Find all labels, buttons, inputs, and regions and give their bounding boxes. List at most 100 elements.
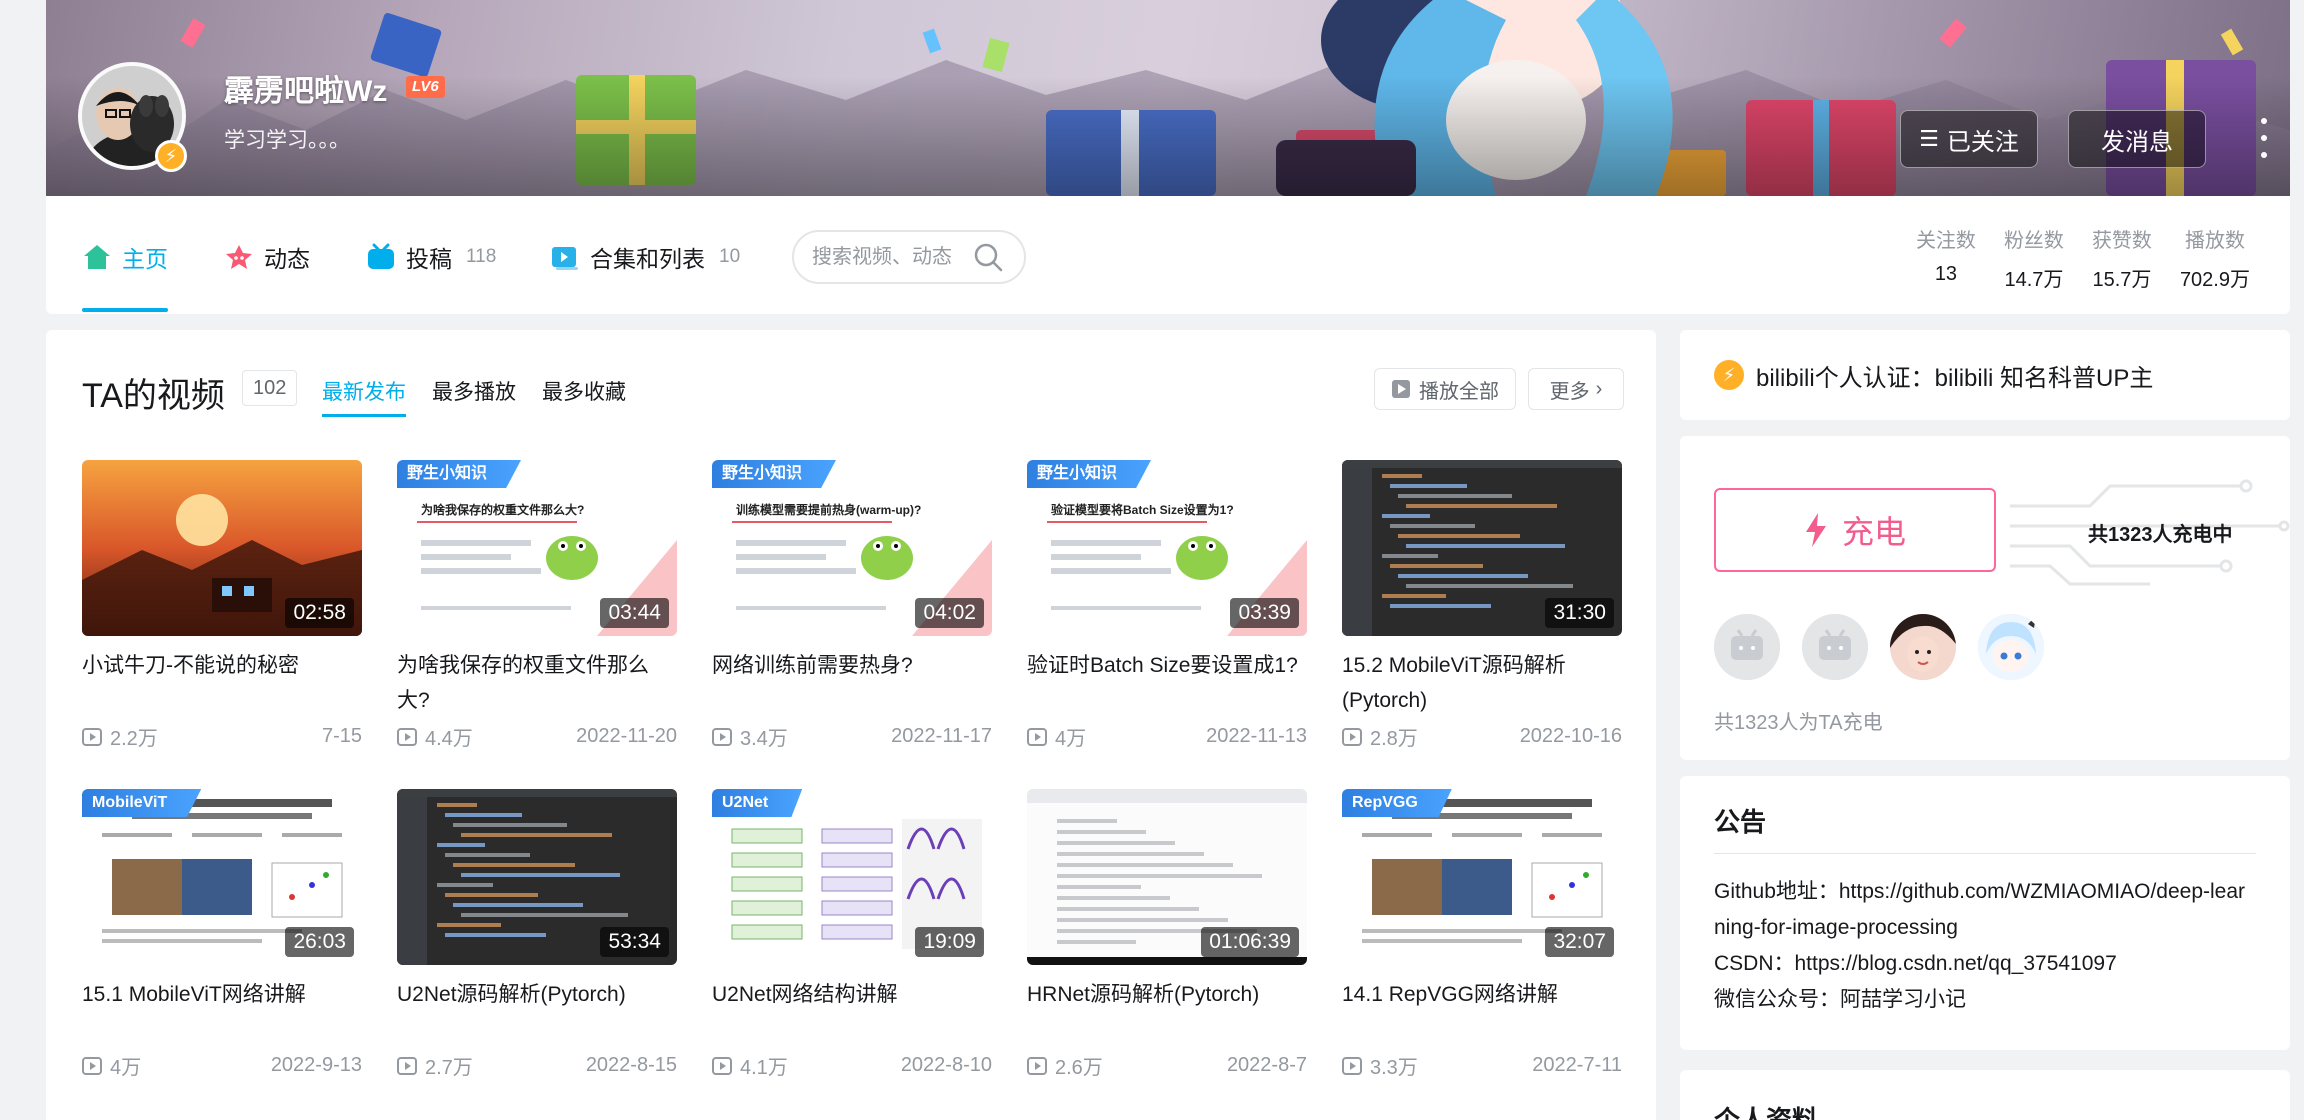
space-search[interactable] xyxy=(792,230,1026,284)
stat-following[interactable]: 关注数 13 xyxy=(1916,224,1976,292)
videos-panel: TA的视频 102 最新发布 最多播放 最多收藏 播放全部 更多 › 02:58… xyxy=(46,330,1656,1120)
charger-avatar[interactable] xyxy=(1714,614,1780,680)
dynamic-icon xyxy=(226,245,252,269)
profile-info-title: 个人资料 xyxy=(1714,1105,1819,1120)
active-tab-indicator xyxy=(82,308,168,312)
video-thumbnail[interactable]: U2Net 19:09 xyxy=(712,789,992,965)
followed-button[interactable]: ☰ 已关注 xyxy=(1900,110,2038,168)
space-search-input[interactable] xyxy=(812,245,972,269)
video-play-count: 2.8万 xyxy=(1342,722,1418,751)
video-card[interactable]: 为啥我保存的权重文件那么大? 野生小知识 03:44 为啥我保存的权重文件那么大? 4.… xyxy=(397,460,677,751)
video-play-count: 3.3万 xyxy=(1342,1051,1418,1080)
stat-fans[interactable]: 粉丝数 14.7万 xyxy=(2004,224,2064,292)
video-card[interactable]: U2Net 19:09 U2Net网络结构讲解 4.1万 2022-8-10 xyxy=(712,789,992,1080)
video-thumbnail[interactable]: 为啥我保存的权重文件那么大? 野生小知识 03:44 xyxy=(397,460,677,636)
video-thumbnail[interactable]: 训练模型需要提前热身(warm-up)? 野生小知识 04:02 xyxy=(712,460,992,636)
video-title[interactable]: 验证时Batch Size要设置成1? xyxy=(1027,648,1307,718)
more-label: 更多 xyxy=(1549,380,1590,403)
charger-avatar[interactable] xyxy=(1802,614,1868,680)
profile-nav-bar: 主页 动态 投稿 118 合集和列表 10 关注数 13 粉丝数 14.7万 获… xyxy=(46,196,2290,314)
search-icon[interactable] xyxy=(972,241,1004,273)
play-count-icon xyxy=(712,1056,732,1075)
video-play-count: 2.6万 xyxy=(1027,1051,1103,1080)
stat-likes: 获赞数 15.7万 xyxy=(2092,224,2152,292)
play-all-label: 播放全部 xyxy=(1419,380,1499,403)
video-meta: 4万 2022-11-13 xyxy=(1027,722,1307,751)
video-title[interactable]: 14.1 RepVGG网络讲解 xyxy=(1342,977,1622,1047)
video-card[interactable]: 31:30 15.2 MobileViT源码解析(Pytorch) 2.8万 2022… xyxy=(1342,460,1622,751)
stat-label: 获赞数 xyxy=(2091,230,2152,252)
video-card[interactable]: RepVGG 32:07 14.1 RepVGG网络讲解 3.3万 2022-7-11 xyxy=(1342,789,1622,1080)
followed-button-label: 已关注 xyxy=(1946,128,2019,156)
play-count-text: 3.4万 xyxy=(740,728,788,750)
stat-label: 关注数 xyxy=(1915,230,1976,252)
video-title[interactable]: 15.2 MobileViT源码解析(Pytorch) xyxy=(1342,648,1622,718)
video-meta: 2.2万 7-15 xyxy=(82,722,362,751)
charger-avatar[interactable] xyxy=(1978,614,2044,680)
video-thumbnail[interactable]: 31:30 xyxy=(1342,460,1622,636)
video-thumbnail[interactable]: 验证模型要将Batch Size设置为1? 野生小知识 03:39 xyxy=(1027,460,1307,636)
video-date: 2022-11-13 xyxy=(1206,725,1307,747)
video-thumbnail[interactable]: MobileViT 26:03 xyxy=(82,789,362,965)
video-card[interactable]: 训练模型需要提前热身(warm-up)? 野生小知识 04:02 网络训练前需要热身?… xyxy=(712,460,992,751)
tab-home[interactable]: 主页 xyxy=(82,240,168,274)
video-card[interactable]: MobileViT 26:03 15.1 MobileViT网络讲解 4万 2022-9… xyxy=(82,789,362,1080)
video-card[interactable]: 02:58 小试牛刀-不能说的秘密 2.2万 7-15 xyxy=(82,460,362,751)
video-date: 2022-8-7 xyxy=(1226,1054,1307,1076)
play-count-icon xyxy=(82,1056,102,1075)
tab-dynamic[interactable]: 动态 xyxy=(224,240,310,274)
tab-collections-count: 10 xyxy=(719,246,741,267)
video-title[interactable]: 为啥我保存的权重文件那么大? xyxy=(397,648,677,718)
play-count-text: 4.1万 xyxy=(740,1057,788,1079)
video-title[interactable]: U2Net网络结构讲解 xyxy=(712,977,992,1047)
video-title[interactable]: 15.1 MobileViT网络讲解 xyxy=(82,977,362,1047)
verification-panel: ⚡ bilibili个人认证：bilibili 知名科普UP主 xyxy=(1680,330,2290,420)
video-count-badge: 102 xyxy=(242,370,298,406)
video-duration: 26:03 xyxy=(285,927,354,957)
video-title[interactable]: 网络训练前需要热身? xyxy=(712,648,992,718)
video-card[interactable]: 01:06:39 HRNet源码解析(Pytorch) 2.6万 2022-8-7 xyxy=(1027,789,1307,1080)
thumbnail-ribbon: 野生小知识 xyxy=(1027,460,1152,488)
sort-newest[interactable]: 最新发布 xyxy=(322,376,406,406)
stat-value: 702.9万 xyxy=(2179,269,2250,291)
more-videos-button[interactable]: 更多 › xyxy=(1528,368,1624,410)
play-all-button[interactable]: 播放全部 xyxy=(1374,368,1516,410)
play-count-text: 2.6万 xyxy=(1055,1057,1103,1079)
video-card[interactable]: 验证模型要将Batch Size设置为1? 野生小知识 03:39 验证时Batch … xyxy=(1027,460,1307,751)
svg-text:验证模型要将Batch Size设置为1?: 验证模型要将Batch Size设置为1? xyxy=(1051,502,1234,517)
video-duration: 04:02 xyxy=(915,598,984,628)
sort-most-favorited[interactable]: 最多收藏 xyxy=(542,376,626,406)
notice-title: 公告 xyxy=(1714,802,2256,854)
chevron-right-icon: › xyxy=(1595,377,1603,400)
tab-uploads-count: 118 xyxy=(466,246,497,267)
stat-plays: 播放数 702.9万 xyxy=(2180,224,2250,292)
video-title[interactable]: HRNet源码解析(Pytorch) xyxy=(1027,977,1307,1047)
video-thumbnail[interactable]: 01:06:39 xyxy=(1027,789,1307,965)
play-count-text: 2.2万 xyxy=(110,728,158,750)
video-card[interactable]: 53:34 U2Net源码解析(Pytorch) 2.7万 2022-8-15 xyxy=(397,789,677,1080)
video-meta: 3.4万 2022-11-17 xyxy=(712,722,992,751)
charge-button[interactable]: 充电 xyxy=(1714,488,1996,572)
video-meta: 2.6万 2022-8-7 xyxy=(1027,1051,1307,1080)
video-title[interactable]: 小试牛刀-不能说的秘密 xyxy=(82,648,362,718)
charge-count-number: 1323 xyxy=(2108,524,2153,546)
play-count-icon xyxy=(82,727,102,746)
charger-avatar[interactable] xyxy=(1890,614,1956,680)
video-thumbnail[interactable]: 02:58 xyxy=(82,460,362,636)
play-count-icon xyxy=(1027,727,1047,746)
thumbnail-ribbon: 野生小知识 xyxy=(397,460,522,488)
video-thumbnail[interactable]: RepVGG 32:07 xyxy=(1342,789,1622,965)
video-meta: 2.8万 2022-10-16 xyxy=(1342,722,1622,751)
video-date: 2022-11-20 xyxy=(576,725,677,747)
uploads-icon xyxy=(368,243,394,269)
send-message-button[interactable]: 发消息 xyxy=(2068,110,2206,168)
charge-panel: 充电 共1323人充电中 共1323人为TA充电 xyxy=(1680,436,2290,760)
video-thumbnail[interactable]: 53:34 xyxy=(397,789,677,965)
tab-uploads[interactable]: 投稿 118 xyxy=(366,240,496,274)
sort-most-played[interactable]: 最多播放 xyxy=(432,376,516,406)
user-name: 霹雳吧啦Wz xyxy=(224,75,388,108)
more-options-icon[interactable] xyxy=(2254,112,2274,164)
video-title[interactable]: U2Net源码解析(Pytorch) xyxy=(397,977,677,1047)
video-duration: 01:06:39 xyxy=(1201,927,1299,957)
tab-collections[interactable]: 合集和列表 10 xyxy=(550,240,740,274)
